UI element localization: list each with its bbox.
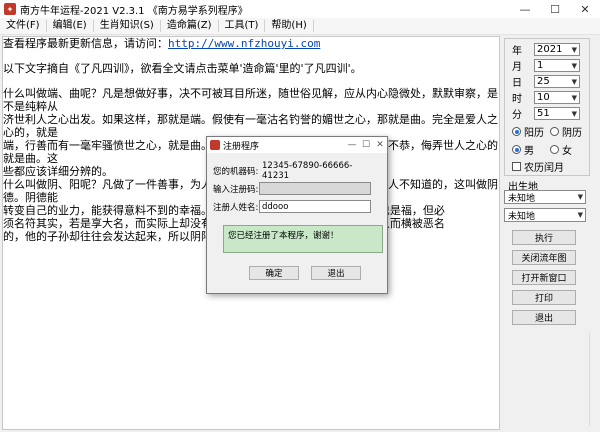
leap-row: 农历闰月 [512,159,564,174]
month-row: 月 1 ▼ [512,58,580,73]
radio-unchecked-icon [550,127,559,136]
birthplace-province-select[interactable]: 未知地 ▼ [504,190,586,204]
gender-row: 男 女 [512,142,572,157]
year-label: 年 [512,46,522,57]
day-select[interactable]: 25 ▼ [534,75,580,88]
chevron-down-icon: ▼ [577,193,583,201]
excerpt-line: 以下文字摘自《了凡四训》，欲看全文请点击菜单'造命篇'里的'了凡四训'。 [3,62,362,75]
scrollbar[interactable] [589,332,600,426]
window-controls: — ☐ ✕ [510,0,600,18]
menu-destiny[interactable]: 造命篇(Z) [161,20,219,32]
website-link[interactable]: http://www.nfzhouyi.com [168,37,320,50]
register-dialog: 注册程序 — ☐ ✕ 您的机器码: 12345-67890-66666-4123… [206,136,388,294]
side-panel: 年 2021 ▼ 月 1 ▼ 日 25 ▼ 时 10 ▼ 分 51 ▼ 阳历 阴历 男 女… [500,36,600,432]
day-row: 日 25 ▼ [512,74,580,89]
title-bar: ✦ 南方牛年运程-2021 V2.3.1 《南方易学系列程序》 — ☐ ✕ [0,0,600,18]
dialog-minimize-button[interactable]: — [345,137,359,153]
window-title: 南方牛年运程-2021 V2.3.1 《南方易学系列程序》 [20,5,248,17]
machine-code-label: 您的机器码: [213,166,259,177]
radio-checked-icon [512,145,521,154]
year-row: 年 2021 ▼ [512,42,580,57]
registrant-name-row: 注册人姓名: ddooo [213,200,371,213]
dialog-title-bar: 注册程序 — ☐ ✕ [207,137,387,153]
menu-tools[interactable]: 工具(T) [219,20,266,32]
dialog-close-button[interactable]: ✕ [373,137,387,153]
minimize-button[interactable]: — [510,0,540,18]
leap-month-checkbox[interactable]: 农历闰月 [512,159,564,174]
para1-line: 什么叫做端、曲呢？凡是想做好事，决不可被耳目所迷，随世俗见解，应从内心隐微处，默… [3,87,498,113]
menu-zodiac[interactable]: 生肖知识(S) [94,20,161,32]
hour-select[interactable]: 10 ▼ [534,91,580,104]
chevron-down-icon: ▼ [571,45,577,54]
ok-button[interactable]: 确定 [249,266,299,280]
app-icon: ✦ [4,3,16,15]
birthplace-city-select[interactable]: 未知地 ▼ [504,208,586,222]
hour-row: 时 10 ▼ [512,90,580,105]
close-button[interactable]: ✕ [570,0,600,18]
dialog-maximize-button[interactable]: ☐ [359,137,373,153]
chevron-down-icon: ▼ [571,77,577,86]
menu-file[interactable]: 文件(F) [0,20,47,32]
dialog-window-controls: — ☐ ✕ [345,137,387,153]
exit-button[interactable]: 退出 [512,310,576,325]
chevron-down-icon: ▼ [571,109,577,118]
machine-code-row: 您的机器码: 12345-67890-66666-41231 [213,161,371,181]
solar-radio[interactable]: 阳历 [512,124,550,139]
registrant-name-input[interactable]: ddooo [259,200,371,213]
update-prefix: 查看程序最新更新信息，请访问： [3,37,168,50]
minute-row: 分 51 ▼ [512,106,580,121]
update-line: 查看程序最新更新信息，请访问：http://www.nfzhouyi.com [3,37,499,50]
registrant-name-label: 注册人姓名: [213,202,259,213]
app-icon [210,140,220,150]
day-label: 日 [512,78,522,89]
month-label: 月 [512,62,522,73]
lunar-radio[interactable]: 阴历 [550,124,582,139]
male-radio[interactable]: 男 [512,142,550,157]
chevron-down-icon: ▼ [577,211,583,219]
machine-code-field: 12345-67890-66666-41231 [259,161,371,181]
execute-button[interactable]: 执行 [512,230,576,245]
close-chart-button[interactable]: 关闭流年图 [512,250,576,265]
menu-help[interactable]: 帮助(H) [265,20,314,32]
print-button[interactable]: 打印 [512,290,576,305]
year-select[interactable]: 2021 ▼ [534,43,580,56]
female-radio[interactable]: 女 [550,142,572,157]
month-select[interactable]: 1 ▼ [534,59,580,72]
menu-edit[interactable]: 编辑(E) [47,20,94,32]
cancel-button[interactable]: 退出 [311,266,361,280]
menu-bar: 文件(F) 编辑(E) 生肖知识(S) 造命篇(Z) 工具(T) 帮助(H) [0,18,600,35]
open-new-window-button[interactable]: 打开新窗口 [512,270,576,285]
register-code-input[interactable] [259,182,371,195]
minute-label: 分 [512,110,522,121]
register-code-row: 输入注册码: [213,182,371,195]
radio-unchecked-icon [550,145,559,154]
status-message: 您已经注册了本程序，谢谢！ [223,225,383,253]
radio-checked-icon [512,127,521,136]
chevron-down-icon: ▼ [571,93,577,102]
maximize-button[interactable]: ☐ [540,0,570,18]
chevron-down-icon: ▼ [571,61,577,70]
calendar-type-row: 阳历 阴历 [512,124,582,139]
checkbox-icon [512,162,521,171]
dialog-title: 注册程序 [223,141,260,152]
hour-label: 时 [512,94,522,105]
minute-select[interactable]: 51 ▼ [534,107,580,120]
register-code-label: 输入注册码: [213,184,259,195]
